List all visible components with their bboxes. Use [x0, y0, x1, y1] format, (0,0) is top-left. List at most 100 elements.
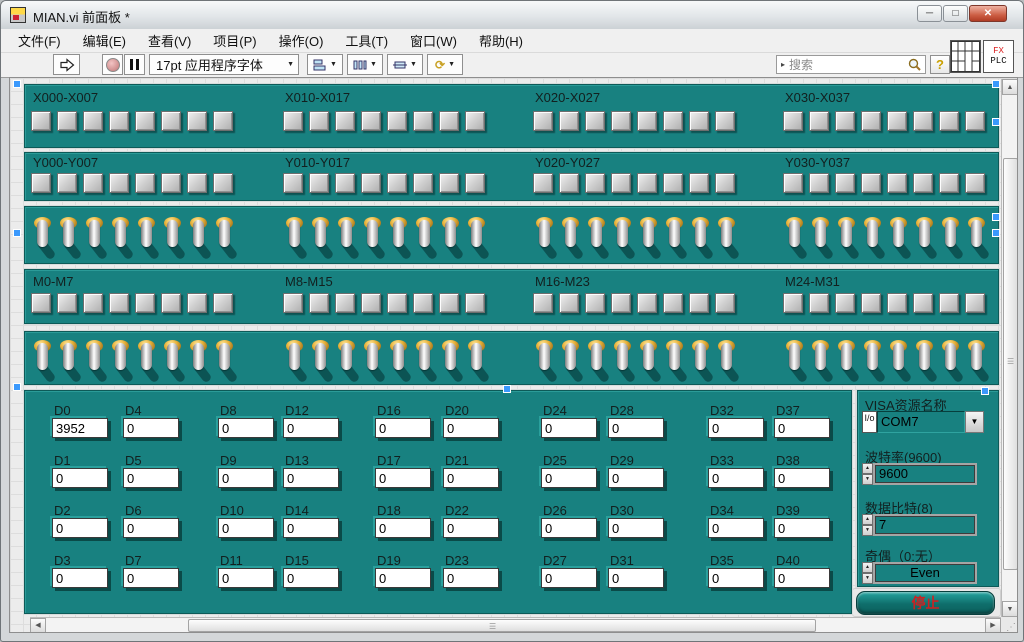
toggle-switch[interactable] [337, 337, 357, 385]
d-register-field[interactable]: 0 [375, 468, 431, 488]
toggle-switch[interactable] [863, 214, 883, 262]
switch-lever[interactable] [167, 220, 178, 247]
selection-handle[interactable] [981, 387, 989, 395]
switch-lever[interactable] [617, 220, 628, 247]
horizontal-scrollbar[interactable]: ◀ ☰ ▶ [30, 617, 1001, 633]
switch-lever[interactable] [393, 220, 404, 247]
led-indicator[interactable] [135, 111, 155, 131]
toggle-switch[interactable] [785, 214, 805, 262]
d-register-field[interactable]: 0 [708, 518, 764, 538]
led-indicator[interactable] [783, 173, 803, 193]
toggle-switch[interactable] [59, 214, 79, 262]
selection-handle[interactable] [13, 383, 21, 391]
switch-lever[interactable] [867, 343, 878, 370]
switch-lever[interactable] [945, 220, 956, 247]
switch-lever[interactable] [63, 343, 74, 370]
switch-lever[interactable] [893, 220, 904, 247]
align-objects-button[interactable]: ▼ [307, 54, 343, 75]
menu-item-tools[interactable]: 工具(T) [334, 28, 399, 53]
switch-lever[interactable] [393, 343, 404, 370]
led-indicator[interactable] [213, 293, 233, 313]
menu-item-window[interactable]: 窗口(W) [399, 28, 468, 53]
led-indicator[interactable] [637, 293, 657, 313]
led-indicator[interactable] [161, 111, 181, 131]
switch-lever[interactable] [789, 343, 800, 370]
toggle-switch[interactable] [561, 337, 581, 385]
toggle-switch[interactable] [467, 214, 487, 262]
selection-handle[interactable] [992, 118, 1000, 126]
baud-spinner-buttons[interactable]: ▲▼ [862, 463, 873, 485]
switch-lever[interactable] [643, 220, 654, 247]
toggle-switch[interactable] [85, 337, 105, 385]
switch-lever[interactable] [591, 343, 602, 370]
led-indicator[interactable] [465, 293, 485, 313]
selection-handle[interactable] [503, 385, 511, 393]
toggle-switch[interactable] [311, 214, 331, 262]
switch-lever[interactable] [695, 220, 706, 247]
switch-lever[interactable] [565, 343, 576, 370]
increment-icon[interactable]: ▲ [862, 562, 873, 573]
switch-lever[interactable] [89, 220, 100, 247]
switch-lever[interactable] [419, 343, 430, 370]
selection-handle[interactable] [13, 229, 21, 237]
led-indicator[interactable] [887, 293, 907, 313]
toggle-switch[interactable] [311, 337, 331, 385]
switch-lever[interactable] [419, 220, 430, 247]
led-indicator[interactable] [361, 173, 381, 193]
vertical-scrollbar-thumb[interactable]: ☰ [1003, 158, 1018, 570]
d-register-field[interactable]: 0 [541, 418, 597, 438]
toggle-switch[interactable] [33, 214, 53, 262]
led-indicator[interactable] [387, 173, 407, 193]
led-indicator[interactable] [939, 111, 959, 131]
decrement-icon[interactable]: ▼ [862, 525, 873, 536]
abort-button[interactable] [102, 54, 123, 75]
led-indicator[interactable] [283, 173, 303, 193]
led-indicator[interactable] [783, 111, 803, 131]
led-indicator[interactable] [533, 111, 553, 131]
d-register-field[interactable]: 0 [52, 568, 108, 588]
led-indicator[interactable] [939, 173, 959, 193]
d-register-field[interactable]: 0 [283, 568, 339, 588]
toggle-switch[interactable] [665, 214, 685, 262]
switch-lever[interactable] [971, 343, 982, 370]
led-indicator[interactable] [585, 173, 605, 193]
d-register-field[interactable]: 0 [608, 518, 664, 538]
led-indicator[interactable] [283, 111, 303, 131]
toggle-switch[interactable] [837, 337, 857, 385]
selection-handle[interactable] [992, 80, 1000, 88]
led-indicator[interactable] [361, 111, 381, 131]
switch-lever[interactable] [367, 343, 378, 370]
font-selector[interactable]: 17pt 应用程序字体 ▼ [149, 54, 299, 75]
parity-control[interactable]: ▲▼ Even [862, 562, 977, 584]
resize-grip[interactable] [1001, 617, 1018, 633]
led-indicator[interactable] [715, 173, 735, 193]
led-indicator[interactable] [835, 173, 855, 193]
d-register-field[interactable]: 0 [52, 468, 108, 488]
d-register-field[interactable]: 0 [375, 518, 431, 538]
d-register-field[interactable]: 0 [608, 568, 664, 588]
title-bar[interactable]: MIAN.vi 前面板 * ─ □ ✕ [1, 1, 1023, 30]
switch-lever[interactable] [193, 343, 204, 370]
distribute-objects-button[interactable]: ▼ [347, 54, 383, 75]
led-indicator[interactable] [585, 111, 605, 131]
led-indicator[interactable] [135, 173, 155, 193]
run-button[interactable] [53, 54, 80, 75]
d-register-field[interactable]: 0 [774, 468, 830, 488]
led-indicator[interactable] [187, 173, 207, 193]
selection-handle[interactable] [992, 213, 1000, 221]
led-indicator[interactable] [611, 293, 631, 313]
switch-lever[interactable] [367, 220, 378, 247]
switch-lever[interactable] [445, 220, 456, 247]
led-indicator[interactable] [809, 293, 829, 313]
search-input[interactable]: ▸ 搜索 [776, 55, 926, 74]
led-indicator[interactable] [939, 293, 959, 313]
baud-rate-field[interactable]: 9600 [873, 463, 977, 485]
toggle-switch[interactable] [111, 337, 131, 385]
switch-lever[interactable] [669, 220, 680, 247]
vertical-scrollbar[interactable]: ▲ ☰ ▼ [1001, 79, 1018, 617]
switch-lever[interactable] [643, 343, 654, 370]
minimize-button[interactable]: ─ [917, 5, 942, 22]
led-indicator[interactable] [611, 111, 631, 131]
led-indicator[interactable] [715, 293, 735, 313]
toggle-switch[interactable] [189, 337, 209, 385]
